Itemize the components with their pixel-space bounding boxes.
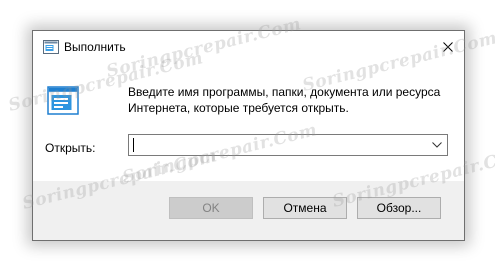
cancel-button[interactable]: Отмена (263, 197, 347, 219)
dialog-content: Введите имя программы, папки, документа … (33, 63, 464, 181)
run-program-icon (47, 85, 79, 117)
description-line-1: Введите имя программы, папки, документа … (128, 85, 441, 99)
window-title: Выполнить (64, 40, 126, 54)
ok-button[interactable]: OK (169, 197, 253, 219)
browse-button[interactable]: Обзор... (357, 197, 441, 219)
dropdown-button[interactable] (427, 135, 447, 155)
description-text: Введите имя программы, папки, документа … (128, 84, 458, 116)
screenshot-canvas: Выполнить Введите имя программы, папки, … (0, 0, 495, 272)
run-dialog: Выполнить Введите имя программы, папки, … (32, 30, 465, 241)
open-combobox[interactable] (128, 134, 448, 156)
open-input[interactable] (129, 135, 429, 155)
description-line-2: Интернета, которые требуется открыть. (128, 101, 349, 115)
run-icon (43, 40, 59, 54)
chevron-down-icon (432, 142, 442, 148)
text-cursor (133, 138, 134, 152)
open-label: Открыть: (45, 141, 96, 155)
button-bar: OK Отмена Обзор... (33, 181, 464, 240)
title-bar[interactable]: Выполнить (33, 31, 464, 63)
close-button[interactable] (432, 31, 464, 63)
close-icon (443, 42, 453, 52)
